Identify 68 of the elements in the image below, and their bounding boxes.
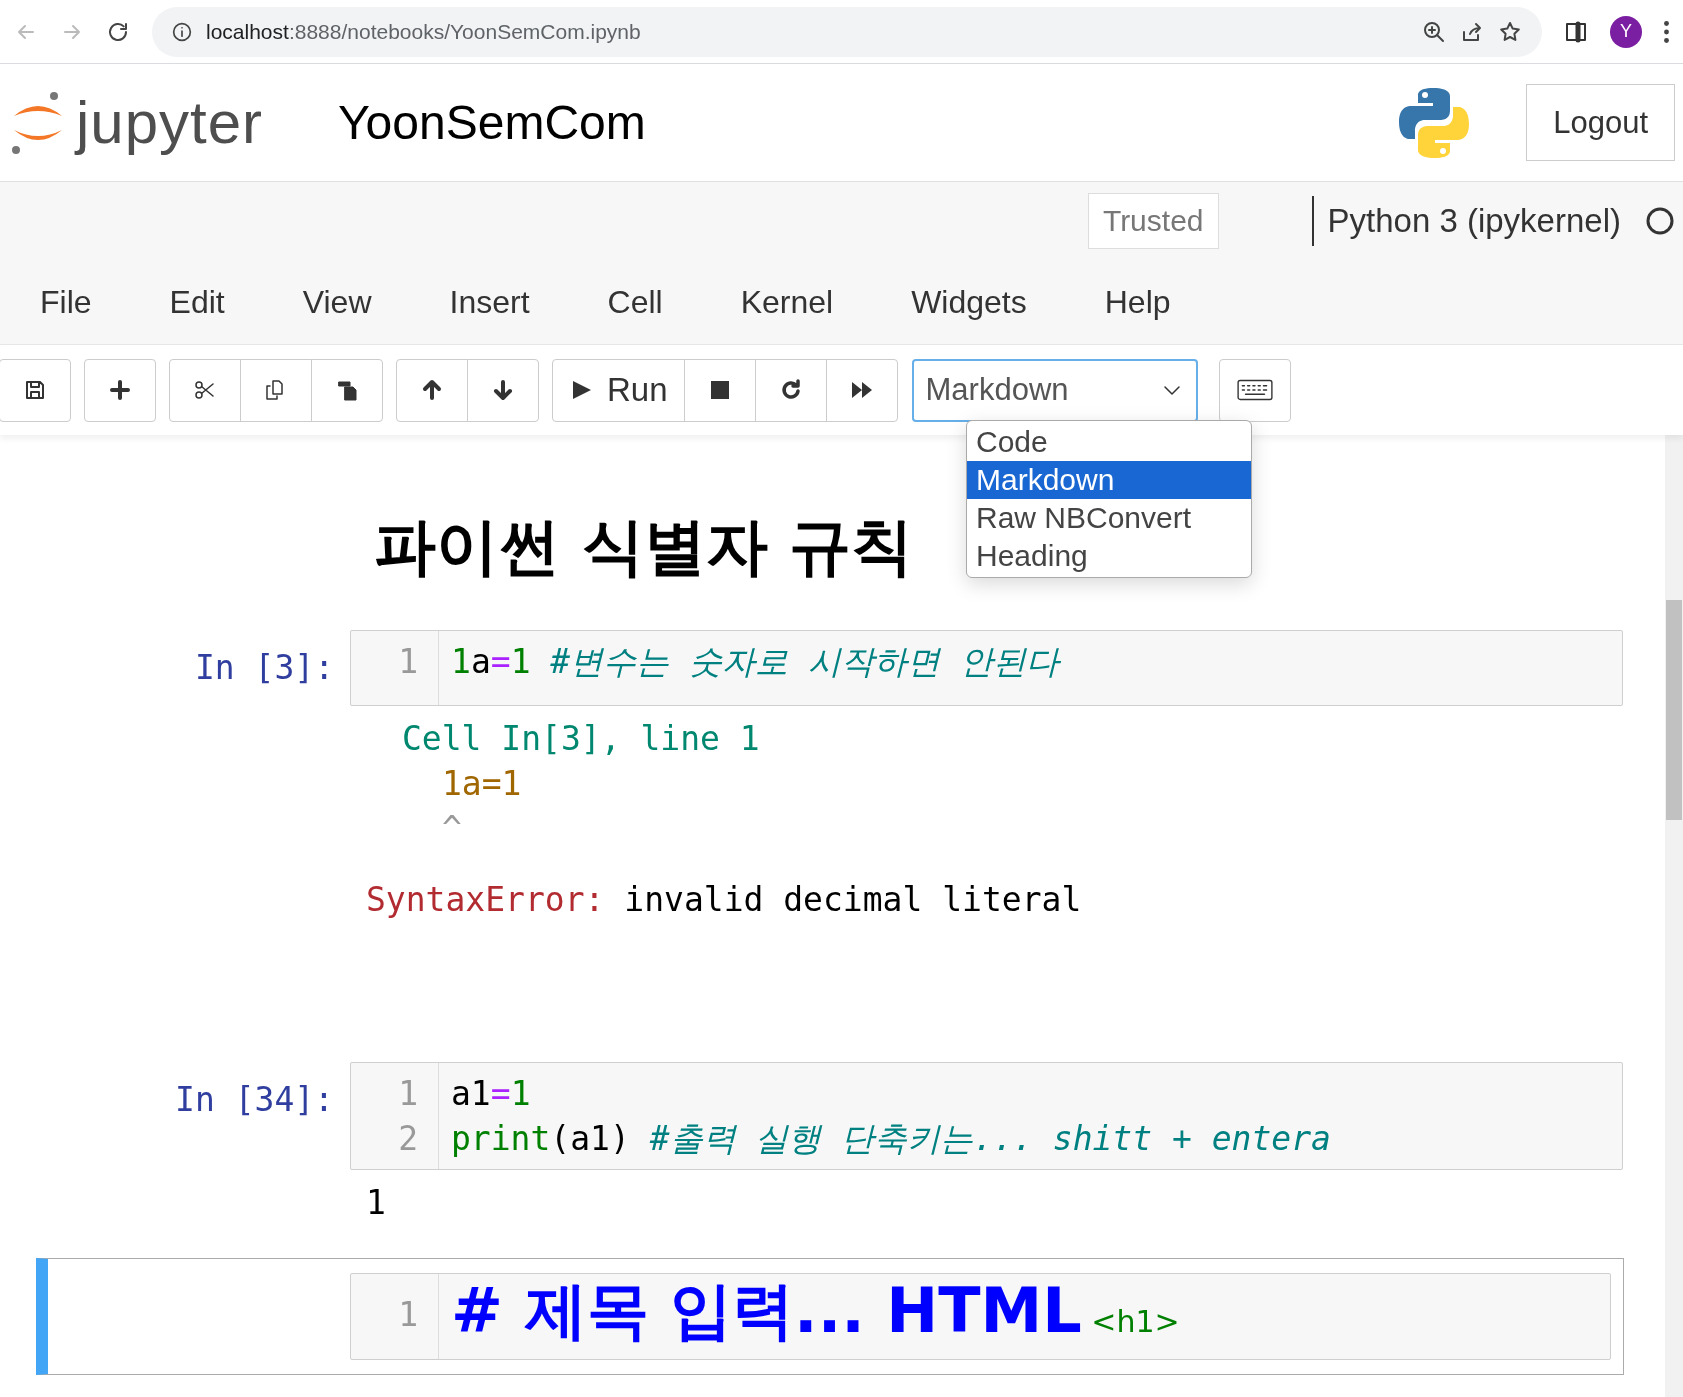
dropdown-option[interactable]: Raw NBConvert [967,499,1251,537]
input-prompt: In [3]: [193,647,335,687]
menu-item[interactable]: Insert [433,283,546,321]
python-logo-icon [1397,85,1472,160]
line-number: 1 [398,1073,418,1115]
clipboard-icon [335,378,359,402]
cell-type-select[interactable]: Markdown [911,358,1198,422]
menu-item[interactable]: Help [1088,283,1187,321]
traceback-line: ^ [441,808,462,850]
add-cell-button[interactable] [84,358,156,422]
dropdown-option[interactable]: Heading [967,537,1251,575]
keyboard-button[interactable] [1218,358,1291,422]
cut-button[interactable] [169,358,241,422]
logout-button[interactable]: Logout [1526,84,1675,161]
markdown-editor[interactable]: 1 # 제목 입력... HTML<h1> [350,1273,1611,1360]
plus-icon [108,378,132,402]
code-editor[interactable]: 1 1a=1 #변수는 숫자로 시작하면 안된다 [350,630,1623,706]
line-number: 1 [398,641,418,683]
dropdown-option[interactable]: Code [967,423,1251,461]
scrollbar[interactable] [1665,435,1683,1397]
code-line: 1a=1 #변수는 숫자로 시작하면 안된다 [451,641,1059,683]
dropdown-option[interactable]: Markdown [967,461,1251,499]
arrow-down-icon [491,378,515,402]
scrollbar-thumb[interactable] [1666,600,1682,820]
run-all-button[interactable] [825,358,898,422]
menu-item[interactable]: File [24,283,108,321]
move-up-button[interactable] [396,358,468,422]
url-text: localhost:8888/notebooks/YoonSemCom.ipynb [206,19,642,44]
save-button[interactable] [0,358,71,422]
copy-button[interactable] [240,358,312,422]
error-message: SyntaxError: invalid decimal literal [366,879,1082,921]
trusted-indicator[interactable]: Trusted [1087,193,1219,249]
markdown-line: # 제목 입력... HTML<h1> [450,1274,1181,1349]
traceback-line: 1a=1 [441,763,522,805]
logo-text: jupyter [76,88,264,157]
keyboard-icon [1235,377,1274,403]
profile-avatar[interactable]: Y [1610,15,1642,48]
markdown-heading: 파이썬 식별자 규칙 [374,509,914,585]
paste-button[interactable] [311,358,383,422]
zoom-icon [1422,19,1446,44]
input-prompt: In [34]: [174,1079,335,1119]
menu-item[interactable]: Kernel [724,283,850,321]
menu-item[interactable]: Widgets [895,283,1043,321]
code-editor[interactable]: 1 2 a1=1 print(a1) #출력 실행 단축키는... shitt + entera [350,1062,1623,1170]
line-number: 1 [398,1294,418,1336]
notebook-name[interactable]: YoonSemCom [338,95,1398,150]
cell-output: 1 [366,1182,387,1224]
arrow-up-icon [420,378,444,402]
menu-item[interactable]: View [286,283,388,321]
code-line: print(a1) #출력 실행 단축키는... shitt + entera [451,1118,1331,1160]
kernel-name: Python 3 (ipykernel) [1311,196,1621,246]
move-down-button[interactable] [467,358,539,422]
code-line: a1=1 [451,1073,532,1115]
more-icon [1664,20,1669,43]
save-icon [23,378,47,402]
star-icon [1498,19,1522,44]
kernel-idle-icon [1645,206,1675,236]
stop-button[interactable] [683,358,756,422]
traceback-line: Cell In[3], line 1 [401,718,760,760]
restart-button[interactable] [754,358,827,422]
line-number: 2 [398,1118,418,1160]
side-panel-icon [1564,19,1588,44]
menu-item[interactable]: Cell [591,283,679,321]
scissors-icon [193,378,217,402]
menu-item[interactable]: Edit [153,283,241,321]
address-bar[interactable]: localhost:8888/notebooks/YoonSemCom.ipynb [152,6,1542,57]
info-icon [172,21,192,42]
run-button[interactable]: Run [552,358,685,422]
